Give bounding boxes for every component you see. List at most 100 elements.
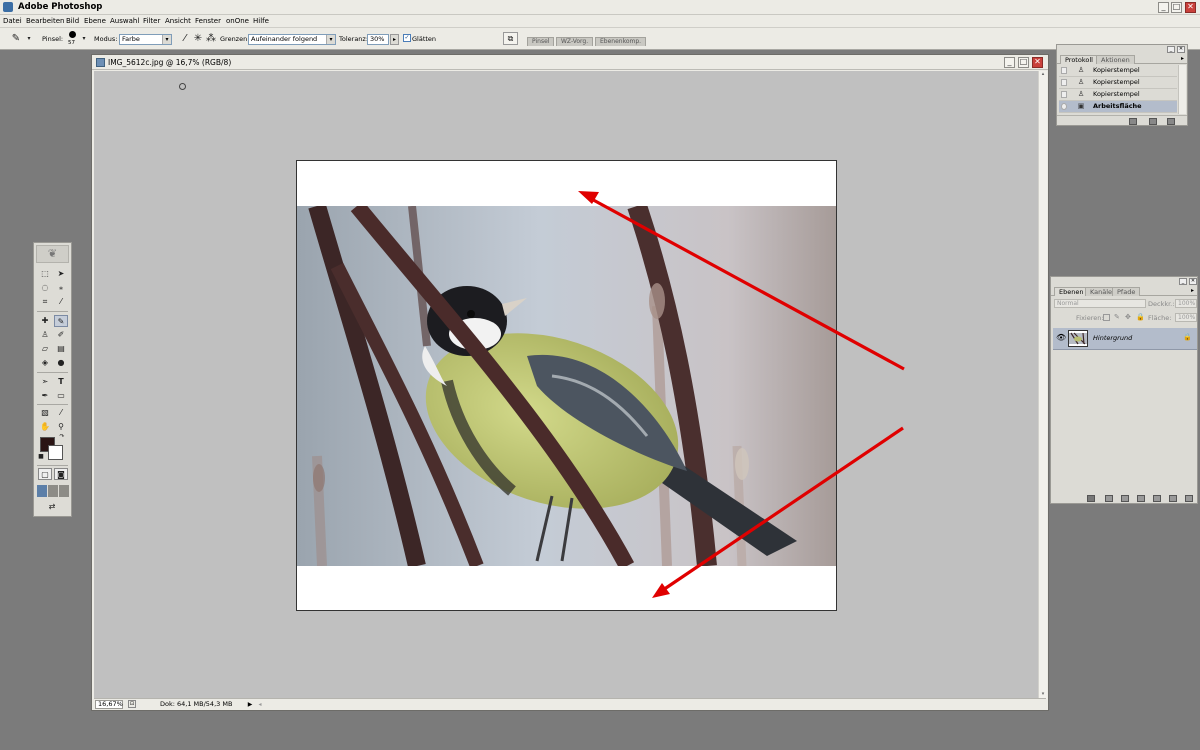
maximize-window-button[interactable]: □ (1171, 2, 1182, 13)
adjustment-layer-icon[interactable] (1137, 495, 1145, 502)
scroll-up-icon[interactable]: ▴ (1039, 71, 1047, 79)
canvas-area[interactable] (94, 71, 1038, 699)
tool-preset-chevron-down-icon[interactable]: ▾ (24, 32, 34, 46)
history-snapshot-checkbox[interactable] (1061, 79, 1067, 86)
blend-mode-select[interactable]: Normal (1054, 299, 1146, 308)
background-color-swatch[interactable] (48, 445, 63, 460)
new-layer-icon[interactable] (1169, 495, 1177, 502)
vertical-scrollbar[interactable]: ▴ ▾ (1038, 71, 1047, 699)
jump-to-imageready-icon[interactable]: ⇄ (38, 501, 66, 513)
standard-mode-icon[interactable]: ▢ (38, 468, 52, 480)
menu-onone[interactable]: onOne (226, 17, 249, 25)
eyedropper-tool-icon[interactable]: ⁄ (54, 407, 68, 419)
document-maximize-button[interactable]: □ (1018, 57, 1029, 68)
marquee-tool-icon[interactable]: ⬚ (38, 268, 52, 280)
screen-mode-standard-icon[interactable] (37, 485, 47, 497)
history-snapshot-checkbox[interactable] (1061, 67, 1067, 74)
history-step[interactable]: ♙ Kopierstempel (1059, 65, 1177, 77)
brush-preview[interactable]: 57 (66, 31, 80, 48)
opacity-input[interactable]: 100% (1175, 299, 1197, 308)
layer-style-icon[interactable] (1105, 495, 1113, 502)
slice-tool-icon[interactable]: ⁄ (54, 296, 68, 308)
tolerance-slider-toggle-icon[interactable]: ▸ (390, 34, 399, 45)
horizontal-scroll-left-icon[interactable]: ◂ (256, 700, 264, 709)
history-state-marker-icon[interactable] (1061, 103, 1067, 110)
menu-bearbeiten[interactable]: Bearbeiten (26, 17, 64, 25)
layer-mask-icon[interactable] (1121, 495, 1129, 502)
limits-select[interactable]: Aufeinander folgend ▾ (248, 34, 336, 45)
lasso-tool-icon[interactable]: ◌ (38, 282, 52, 294)
shape-tool-icon[interactable]: ▭ (54, 390, 68, 402)
layers-palette-menu-icon[interactable]: ▸ (1191, 287, 1194, 294)
color-replacement-tool-icon[interactable]: ✎ (8, 32, 24, 46)
default-colors-icon[interactable]: ■ (37, 453, 45, 461)
clone-stamp-tool-icon[interactable]: ♙ (38, 329, 52, 341)
type-tool-icon[interactable]: T (54, 376, 68, 388)
screen-mode-full-icon[interactable] (59, 485, 69, 497)
brush-chevron-down-icon[interactable]: ▾ (80, 32, 88, 46)
lock-position-icon[interactable]: ✥ (1125, 313, 1131, 321)
status-menu-arrow-icon[interactable]: ▶ (246, 700, 254, 709)
minimize-window-button[interactable]: _ (1158, 2, 1169, 13)
history-palette-minimize-icon[interactable]: _ (1167, 46, 1175, 53)
crop-tool-icon[interactable]: ⌗ (38, 296, 52, 308)
quick-mask-mode-icon[interactable]: ◙ (54, 468, 68, 480)
history-snapshot-checkbox[interactable] (1061, 91, 1067, 98)
menu-bild[interactable]: Bild (66, 17, 79, 25)
close-window-button[interactable]: ✕ (1185, 2, 1196, 13)
layers-palette-minimize-icon[interactable]: _ (1179, 278, 1187, 285)
path-selection-tool-icon[interactable]: ➣ (38, 376, 52, 388)
layers-palette-close-icon[interactable]: ✕ (1189, 278, 1197, 285)
history-palette-menu-icon[interactable]: ▸ (1181, 55, 1184, 62)
menu-hilfe[interactable]: Hilfe (253, 17, 269, 25)
blur-tool-icon[interactable]: ◈ (38, 357, 52, 369)
document-title-bar[interactable]: IMG_5612c.jpg @ 16,7% (RGB/8) _ □ ✕ (92, 55, 1048, 70)
fill-input[interactable]: 100% (1175, 313, 1197, 322)
history-step[interactable]: ♙ Kopierstempel (1059, 89, 1177, 101)
antialias-checkbox[interactable]: ✓ (403, 34, 411, 42)
layer-row-hintergrund[interactable]: 👁 Hintergrund 🔒 (1053, 328, 1197, 350)
menu-fenster[interactable]: Fenster (195, 17, 221, 25)
eraser-tool-icon[interactable]: ▱ (38, 343, 52, 355)
history-step-selected[interactable]: ▣ Arbeitsfläche (1059, 101, 1177, 113)
new-group-icon[interactable] (1153, 495, 1161, 502)
magic-wand-tool-icon[interactable]: ⁎ (54, 282, 68, 294)
tab-ebenen[interactable]: Ebenen (1054, 287, 1089, 296)
color-replacement-tool-icon[interactable]: ✎ (54, 315, 68, 327)
new-document-from-state-icon[interactable] (1129, 118, 1137, 125)
menu-auswahl[interactable]: Auswahl (110, 17, 139, 25)
zoom-tool-icon[interactable]: ⚲ (54, 421, 68, 433)
document-close-button[interactable]: ✕ (1032, 57, 1043, 68)
menu-filter[interactable]: Filter (143, 17, 160, 25)
eye-visibility-icon[interactable]: 👁 (1056, 333, 1066, 343)
trash-icon[interactable] (1185, 495, 1193, 502)
lock-transparency-icon[interactable] (1103, 314, 1110, 321)
image-canvas[interactable] (296, 160, 837, 611)
document-minimize-button[interactable]: _ (1004, 57, 1015, 68)
lock-pixels-icon[interactable]: ✎ (1114, 313, 1120, 321)
file-browser-icon[interactable]: ⧉ (503, 32, 518, 45)
dodge-tool-icon[interactable]: ● (54, 357, 68, 369)
menu-ebene[interactable]: Ebene (84, 17, 106, 25)
menu-datei[interactable]: Datei (3, 17, 22, 25)
tab-aktionen[interactable]: Aktionen (1096, 55, 1135, 64)
tab-pfade[interactable]: Pfade (1112, 287, 1141, 296)
link-layers-icon[interactable] (1087, 495, 1095, 502)
move-tool-icon[interactable]: ➤ (54, 268, 68, 280)
adobe-online-feather-icon[interactable]: ❦ (36, 245, 69, 263)
new-snapshot-icon[interactable] (1149, 118, 1157, 125)
tolerance-input[interactable]: 30% (367, 34, 389, 45)
zoom-level-input[interactable]: 16,67% (95, 700, 123, 709)
swap-colors-icon[interactable]: ↷ (58, 433, 66, 441)
palette-well-tab-pinsel[interactable]: Pinsel (527, 37, 555, 46)
sampling-background-icon[interactable]: ⁂ (203, 32, 219, 46)
pen-tool-icon[interactable]: ✒ (38, 390, 52, 402)
history-palette-close-icon[interactable]: ✕ (1177, 46, 1185, 53)
tab-protokoll[interactable]: Protokoll (1060, 55, 1098, 64)
gradient-tool-icon[interactable]: ▤ (54, 343, 68, 355)
mode-select[interactable]: Farbe ▾ (119, 34, 172, 45)
lock-all-icon[interactable]: 🔒 (1136, 313, 1145, 321)
screen-mode-full-menu-icon[interactable] (48, 485, 58, 497)
history-scrollbar[interactable] (1178, 65, 1186, 114)
trash-icon[interactable] (1167, 118, 1175, 125)
